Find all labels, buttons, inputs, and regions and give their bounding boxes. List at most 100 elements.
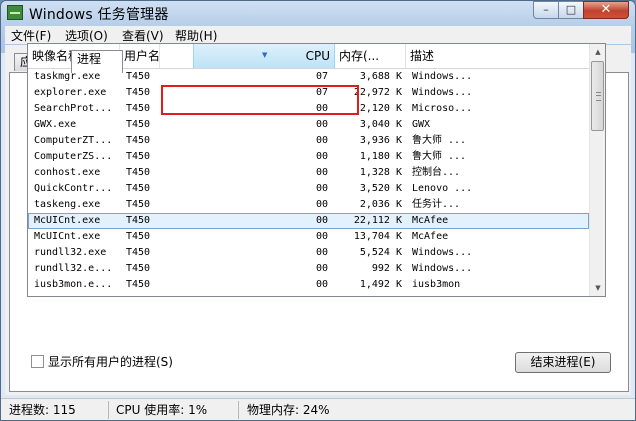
process-row[interactable]: rundll32.exe T450 00 5,524 K Windows... [28, 245, 589, 261]
process-description: Microso... [412, 103, 473, 114]
process-name: rundll32.e... [34, 263, 113, 274]
process-memory: 3,520 K [359, 183, 402, 194]
process-cpu: 00 [315, 199, 328, 210]
process-user: T450 [126, 293, 186, 296]
end-process-button[interactable]: 结束进程(E) [515, 352, 611, 373]
maximize-button[interactable]: □ [558, 1, 584, 19]
column-memory[interactable]: 内存(... [335, 44, 406, 68]
process-user: T450 [126, 231, 151, 242]
process-row[interactable]: SearchProt... T450 00 2,120 K Microso... [28, 101, 589, 117]
checkbox-icon[interactable] [31, 355, 44, 368]
process-cpu: 00 [315, 215, 328, 226]
process-memory: 3,936 K [359, 135, 402, 146]
process-row[interactable]: explorer.exe T450 07 22,972 K Windows... [28, 85, 589, 101]
process-name: McUICnt.exe [34, 231, 101, 242]
title-bar[interactable]: Windows 任务管理器 – □ ✕ [1, 1, 635, 25]
process-user: T450 [126, 167, 151, 178]
column-description[interactable]: 描述 [406, 44, 589, 68]
menu-options[interactable]: 选项(O) [65, 27, 108, 44]
process-description: iusb3mon [412, 279, 461, 290]
process-description: Windows... [412, 71, 473, 82]
process-cpu: 00 [315, 247, 328, 258]
process-user: T450 [126, 119, 151, 130]
process-name: conhost.exe [34, 167, 101, 178]
process-memory: 22,972 K [353, 87, 402, 98]
process-cpu: 00 [315, 167, 328, 178]
menu-help[interactable]: 帮助(H) [175, 27, 217, 44]
process-rows: taskmgr.exe T450 07 3,688 K Windows... explor… [28, 69, 589, 296]
process-cpu: 00 [315, 135, 328, 146]
process-user: T450 [126, 279, 151, 290]
process-row[interactable]: taskeng.exe T450 00 2,036 K 任务计... [28, 197, 589, 213]
scroll-thumb[interactable] [591, 61, 604, 131]
process-row[interactable]: GWX.exe T450 00 3,040 K GWX [28, 117, 589, 133]
process-memory: 2,036 K [359, 199, 402, 210]
process-memory: 3,688 K [359, 71, 402, 82]
process-name: iusb3mon.e... [34, 279, 113, 290]
process-user: T450 [126, 199, 151, 210]
vertical-scrollbar[interactable]: ▲ ▼ [589, 44, 605, 296]
process-memory: 1,180 K [359, 151, 402, 162]
menu-view[interactable]: 查看(V) [122, 27, 164, 44]
process-row[interactable]: McUICnt.exe T450 00 13,704 K McAfee [28, 229, 589, 245]
process-memory: 13,704 K [353, 231, 402, 242]
close-button[interactable]: ✕ [583, 1, 629, 19]
status-separator [108, 401, 109, 419]
scroll-down-icon[interactable]: ▼ [590, 280, 605, 296]
scroll-up-icon[interactable]: ▲ [590, 44, 605, 60]
process-row[interactable]: ComputerZT... T450 00 3,936 K 鲁大师 ... [28, 133, 589, 149]
menu-file[interactable]: 文件(F) [11, 27, 51, 44]
process-name: SCHTASK.EX... [34, 293, 122, 296]
process-row[interactable]: iusb3mon.e... T450 00 1,492 K iusb3mon [28, 277, 589, 293]
process-memory: 2,120 K [359, 103, 402, 114]
column-cpu[interactable]: ▼ CPU [193, 44, 335, 68]
process-description: Windows... [412, 87, 473, 98]
process-description: 控制台... [412, 167, 461, 178]
show-all-users-checkbox[interactable]: 显示所有用户的进程(S) [31, 353, 173, 370]
process-user: T450 [126, 151, 151, 162]
process-row[interactable]: rundll32.e... T450 00 992 K Windows... [28, 261, 589, 277]
process-description: Lenovo ... [412, 183, 473, 194]
process-name: ComputerZT... [34, 135, 113, 146]
process-name: taskeng.exe [34, 199, 101, 210]
process-name: ComputerZS... [34, 151, 113, 162]
process-cpu: 00 [315, 183, 328, 194]
process-user: T450 [126, 215, 151, 226]
process-user: T450 [126, 135, 151, 146]
process-list[interactable]: 映像名称 用户名 ▼ CPU 内存(... 描述 taskmgr.exe T450… [27, 43, 606, 297]
sort-arrow-icon: ▼ [262, 51, 268, 59]
process-memory: 22,112 K [353, 215, 402, 226]
process-row[interactable]: McUICnt.exe T450 00 22,112 K McAfee [28, 213, 589, 229]
grip-icon [596, 92, 601, 101]
status-bar: 进程数: 115 CPU 使用率: 1% 物理内存: 24% [1, 398, 635, 420]
process-cpu: 00 [190, 293, 328, 296]
process-description: Windows... [412, 247, 473, 258]
process-row[interactable]: ComputerZS... T450 00 1,180 K 鲁大师 ... [28, 149, 589, 165]
process-user: T450 [126, 103, 151, 114]
minimize-button[interactable]: – [533, 1, 559, 19]
process-row[interactable]: SCHTASK.EX... T450 00 3,108 K Ramon M... [28, 293, 589, 296]
process-description: Ramon M... [412, 293, 484, 296]
process-name: McUICnt.exe [34, 215, 101, 226]
process-user: T450 [126, 247, 151, 258]
process-user: T450 [126, 87, 151, 98]
tab-processes[interactable]: 进程 [71, 50, 123, 73]
column-cpu-label: CPU [305, 49, 330, 63]
process-row[interactable]: conhost.exe T450 00 1,328 K 控制台... [28, 165, 589, 181]
process-name: GWX.exe [34, 119, 77, 130]
process-cpu: 00 [315, 231, 328, 242]
process-row[interactable]: QuickContr... T450 00 3,520 K Lenovo ... [28, 181, 589, 197]
process-user: T450 [126, 183, 151, 194]
column-user-name[interactable]: 用户名 [120, 44, 160, 68]
show-all-users-label: 显示所有用户的进程(S) [48, 355, 173, 369]
process-memory: 1,492 K [359, 279, 402, 290]
process-description: McAfee [412, 231, 449, 242]
task-manager-window: Windows 任务管理器 – □ ✕ 文件(F) 选项(O) 查看(V) 帮助… [0, 0, 636, 421]
menu-bar: 文件(F) 选项(O) 查看(V) 帮助(H) [5, 26, 631, 44]
process-memory: 5,524 K [359, 247, 402, 258]
process-cpu: 00 [315, 151, 328, 162]
process-cpu: 00 [315, 119, 328, 130]
process-user: T450 [126, 71, 151, 82]
status-cpu-usage: CPU 使用率: 1% [116, 403, 208, 417]
process-memory: 1,328 K [359, 167, 402, 178]
